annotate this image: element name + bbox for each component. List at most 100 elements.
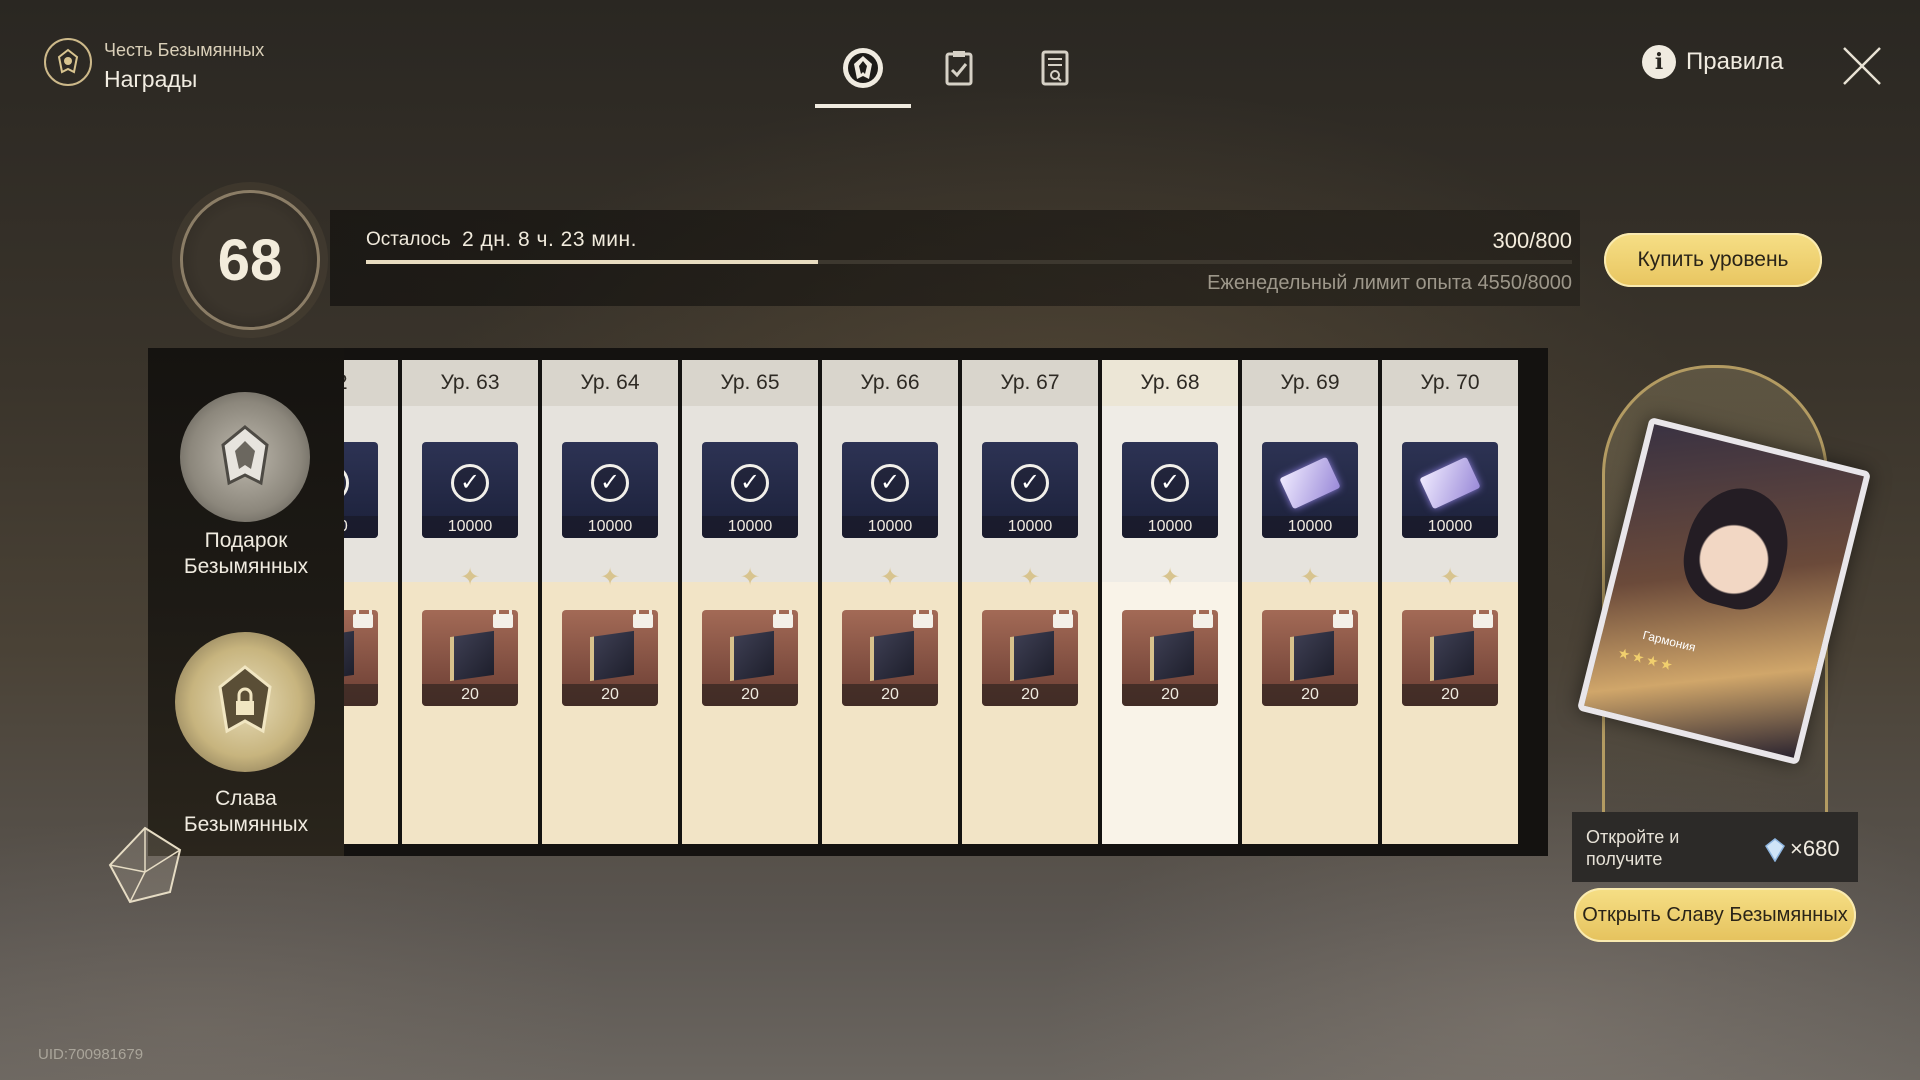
reward-quantity: 10000: [562, 516, 658, 538]
reward-quantity: 10000: [422, 516, 518, 538]
free-track-label: Подарок Безымянных: [148, 528, 344, 580]
exp-material-reward-item[interactable]: 20: [422, 610, 518, 706]
current-level: 68: [217, 227, 283, 293]
player-uid: UID:700981679: [38, 1046, 144, 1063]
level-column: Ур. 70 ✦ 10000 20: [1382, 360, 1518, 844]
level-columns[interactable]: . 62 ✦ ✓ 0000 20 Ур. 63 ✦ ✓ 10000 20 Ур. 64 ✦ ✓ 10000…: [344, 360, 1526, 844]
reward-quantity: 20: [982, 684, 1078, 706]
level-column: Ур. 63 ✦ ✓ 10000 20: [402, 360, 538, 844]
open-glory-button[interactable]: Открыть Славу Безымянных: [1574, 888, 1856, 942]
claimed-check-icon: ✓: [1011, 464, 1049, 502]
reward-quantity: 20: [422, 684, 518, 706]
credits-reward-item[interactable]: 10000: [1402, 442, 1498, 538]
level-header: Ур. 69: [1242, 360, 1378, 406]
claimed-check-icon: ✓: [591, 464, 629, 502]
level-header: Ур. 66: [822, 360, 958, 406]
credits-reward-item[interactable]: ✓ 10000: [702, 442, 798, 538]
exp-material-reward-item[interactable]: 20: [562, 610, 658, 706]
page-title: Награды: [104, 66, 198, 92]
exp-material-reward-item[interactable]: 20: [1262, 610, 1358, 706]
reward-quantity: 20: [702, 684, 798, 706]
info-icon: i: [1642, 45, 1676, 79]
level-column: Ур. 67 ✦ ✓ 10000 20: [962, 360, 1098, 844]
header-tabs: [815, 28, 1103, 108]
paid-track-emblem-icon: [175, 632, 315, 772]
reward-quantity: 20: [1262, 684, 1358, 706]
nameless-honor-emblem-icon: [843, 48, 883, 88]
level-column: Ур. 64 ✦ ✓ 10000 20: [542, 360, 678, 844]
tab-missions[interactable]: [911, 28, 1007, 108]
tab-rewards[interactable]: [815, 28, 911, 108]
exp-material-reward-item[interactable]: 20: [1122, 610, 1218, 706]
lock-icon: [912, 610, 934, 628]
reward-quantity: 20: [1122, 684, 1218, 706]
level-header: Ур. 65: [682, 360, 818, 406]
document-search-icon: [1041, 50, 1069, 86]
reward-quantity: 20: [562, 684, 658, 706]
offer-reward-amount: ×680: [1790, 836, 1840, 861]
divider-star-icon: ✦: [1019, 564, 1041, 591]
exp-material-reward-item[interactable]: 20: [344, 610, 378, 706]
credits-reward-item[interactable]: ✓ 10000: [982, 442, 1078, 538]
reward-quantity: 20: [1402, 684, 1498, 706]
close-icon[interactable]: [1840, 44, 1884, 88]
exp-book-icon: [870, 630, 914, 682]
exp-book-icon: [1430, 630, 1474, 682]
level-column: Ур. 66 ✦ ✓ 10000 20: [822, 360, 958, 844]
lock-icon: [632, 610, 654, 628]
credit-ticket-icon: [1419, 456, 1481, 510]
credits-reward-item[interactable]: ✓ 10000: [842, 442, 938, 538]
claimed-check-icon: ✓: [871, 464, 909, 502]
reward-quantity: 10000: [982, 516, 1078, 538]
free-track-emblem-icon: [180, 392, 310, 522]
exp-book-icon: [1150, 630, 1194, 682]
exp-counter: 300/800: [1492, 228, 1572, 253]
level-header: Ур. 67: [962, 360, 1098, 406]
level-column: Ур. 65 ✦ ✓ 10000 20: [682, 360, 818, 844]
divider-star-icon: ✦: [739, 564, 761, 591]
character-portrait: [1673, 477, 1800, 619]
card-rarity-stars: ★★★★: [1616, 644, 1677, 675]
reward-quantity: 10000: [1262, 516, 1358, 538]
stellar-jade-icon: [1765, 838, 1785, 862]
divider-star-icon: ✦: [1299, 564, 1321, 591]
level-column: Ур. 69 ✦ 10000 20: [1242, 360, 1378, 844]
level-header: . 62: [344, 360, 398, 406]
tab-shop[interactable]: [1007, 28, 1103, 108]
level-column: . 62✦✓000020: [344, 360, 398, 844]
reward-quantity: 10000: [1122, 516, 1218, 538]
level-header: Ур. 63: [402, 360, 538, 406]
claimed-check-icon: ✓: [451, 464, 489, 502]
credits-reward-item[interactable]: ✓ 10000: [1122, 442, 1218, 538]
offer-label: Откройте и получите: [1586, 827, 1680, 869]
rules-button[interactable]: i Правила: [1642, 45, 1783, 79]
exp-material-reward-item[interactable]: 20: [702, 610, 798, 706]
credits-reward-item[interactable]: ✓ 0000: [344, 442, 378, 538]
reward-quantity: 10000: [842, 516, 938, 538]
divider-star-icon: ✦: [1159, 564, 1181, 591]
credits-reward-item[interactable]: ✓ 10000: [422, 442, 518, 538]
exp-book-icon: [344, 630, 354, 682]
time-remaining-value: 2 дн. 8 ч. 23 мин.: [462, 228, 637, 251]
credits-reward-item[interactable]: ✓ 10000: [562, 442, 658, 538]
time-remaining-label: Осталось: [366, 229, 451, 250]
exp-book-icon: [590, 630, 634, 682]
reward-quantity: 20: [842, 684, 938, 706]
divider-star-icon: ✦: [459, 564, 481, 591]
exp-progress-fill: [366, 260, 818, 264]
exp-book-icon: [450, 630, 494, 682]
nameless-honor-emblem-icon: [44, 38, 92, 86]
exp-material-reward-item[interactable]: 20: [842, 610, 938, 706]
exp-book-icon: [1290, 630, 1334, 682]
credits-reward-item[interactable]: 10000: [1262, 442, 1358, 538]
buy-level-button[interactable]: Купить уровень: [1604, 233, 1822, 287]
divider-star-icon: ✦: [1439, 564, 1461, 591]
reward-quantity: 10000: [702, 516, 798, 538]
rules-label: Правила: [1686, 48, 1784, 75]
exp-material-reward-item[interactable]: 20: [1402, 610, 1498, 706]
exp-material-reward-item[interactable]: 20: [982, 610, 1078, 706]
reward-quantity: 0000: [344, 516, 378, 538]
divider-star-icon: ✦: [879, 564, 901, 591]
lock-icon: [1052, 610, 1074, 628]
level-header: Ур. 70: [1382, 360, 1518, 406]
